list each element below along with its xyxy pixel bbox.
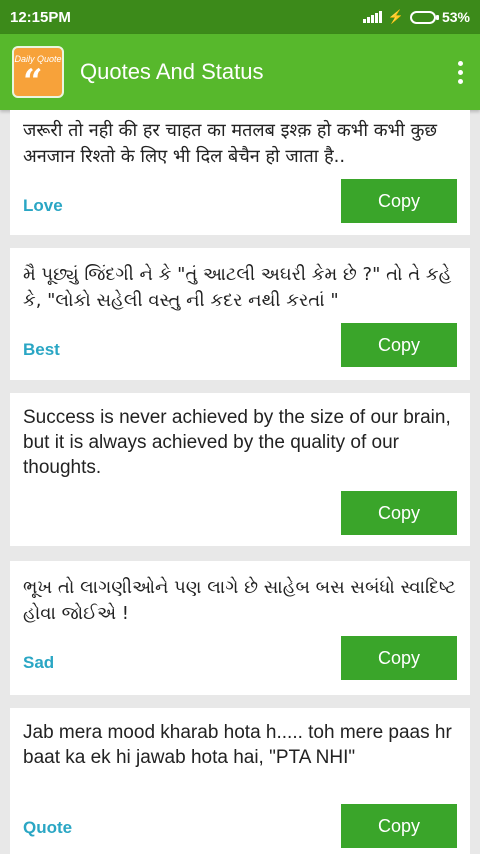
quote-mark-icon: “ [23,62,43,98]
quote-category[interactable]: Quote [23,818,72,838]
app-bar: Daily Quote “ Quotes And Status [0,34,480,110]
quote-text: મૈ પૂછ્યું જિંદગી ને કે "તું આટલી અઘરી ક… [23,264,452,311]
dot-icon [457,60,463,66]
battery-icon [409,10,439,24]
status-time: 12:15PM [10,8,71,26]
quote-card: ભૂખ તો લાગણીઓને પણ લાગે છે સાહેબ બસ સબંધ… [10,561,470,695]
copy-button[interactable]: Copy [341,636,457,680]
quote-card: મૈ પૂછ્યું જિંદગી ને કે "તું આટલી અઘરી ક… [10,248,470,380]
copy-button[interactable]: Copy [341,804,457,848]
quote-text: Jab mera mood kharab hota h..... toh mer… [23,722,452,768]
quote-category[interactable]: Best [23,340,60,360]
battery-percent: 53% [441,9,470,25]
dot-icon [457,78,463,84]
status-indicators: ⚡ 53% [362,9,470,25]
quote-category[interactable]: Love [23,196,63,216]
quote-card: जरूरी तो नही की हर चाहत का मतलब इश्क़ हो… [10,110,470,235]
signal-icon [362,11,382,23]
quote-text: जरूरी तो नही की हर चाहत का मतलब इश्क़ हो… [23,120,438,167]
app-title: Quotes And Status [80,59,264,84]
status-bar: 12:15PM ⚡ 53% [0,0,480,34]
bolt-icon: ⚡ [387,9,404,24]
copy-button[interactable]: Copy [341,179,457,223]
quote-card: Success is never achieved by the size of… [10,393,470,546]
copy-button[interactable]: Copy [341,323,457,367]
copy-button[interactable]: Copy [341,491,457,535]
quote-card: Jab mera mood kharab hota h..... toh mer… [10,708,470,854]
quote-category[interactable]: Sad [23,653,54,673]
overflow-menu-button[interactable] [440,34,480,110]
quote-text: ભૂખ તો લાગણીઓને પણ લાગે છે સાહેબ બસ સબંધ… [23,577,456,624]
quote-text: Success is never achieved by the size of… [23,407,451,478]
app-logo: Daily Quote “ [12,46,64,98]
dot-icon [457,69,463,75]
